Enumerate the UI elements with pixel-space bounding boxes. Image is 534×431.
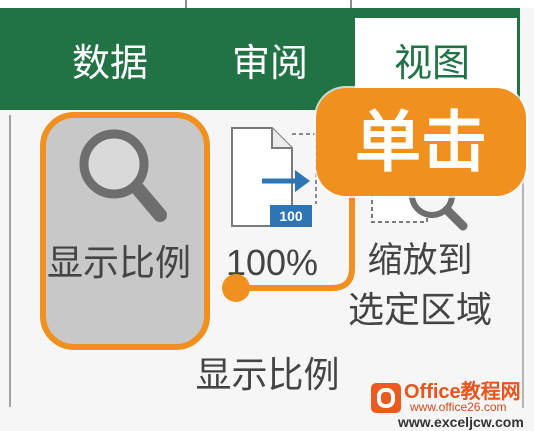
- top-edge-tick: [185, 0, 187, 8]
- watermark-url-office26: www.office26.com: [410, 400, 507, 414]
- watermark-url-exceljcw: www.exceljcw.com: [398, 414, 524, 430]
- tab-data[interactable]: 数据: [60, 36, 160, 92]
- top-edge-tick: [350, 0, 352, 8]
- tab-review[interactable]: 审阅: [220, 36, 320, 92]
- callout-pointer-dot: [222, 274, 250, 302]
- zoom-button-label: 显示比例: [46, 242, 191, 283]
- top-edge-strip: [0, 0, 534, 8]
- callout-bubble: 单击: [316, 88, 526, 196]
- office-logo-icon: [371, 383, 401, 413]
- callout-connector: [222, 180, 355, 302]
- tab-view[interactable]: 视图: [382, 36, 482, 92]
- excel-ribbon-screenshot: 数据 审阅 视图 显示比例 100 100% 缩放到 选定区域 显示比例 单击 …: [0, 0, 534, 431]
- ribbon-left-border: [9, 115, 11, 407]
- magnifier-icon: [79, 129, 167, 222]
- zoom-button[interactable]: 显示比例: [40, 112, 210, 350]
- ribbon-group-label: 显示比例: [195, 354, 340, 395]
